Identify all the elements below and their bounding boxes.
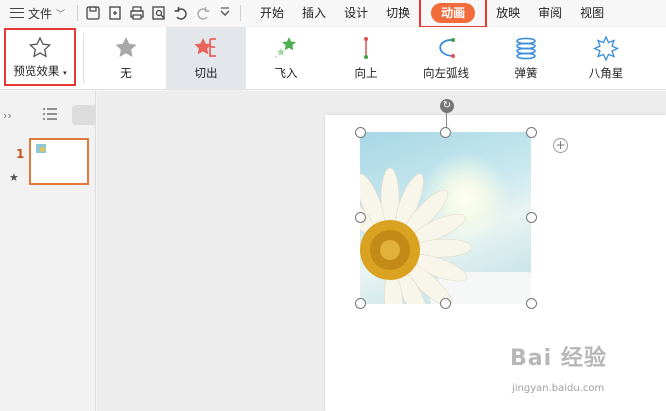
effect-arc-left[interactable]: 向左弧线: [406, 27, 486, 89]
export-pdf-button[interactable]: [104, 2, 126, 24]
tab-slideshow[interactable]: 放映: [487, 0, 529, 26]
divider: [83, 33, 84, 83]
file-menu[interactable]: 文件 ﹀: [0, 0, 73, 26]
preview-effect-label: 预览效果 ▾: [13, 63, 67, 78]
octagram-icon: [593, 35, 619, 61]
watermark-logo: Bai 经验: [510, 346, 607, 371]
hamburger-icon: [10, 8, 24, 18]
selected-picture[interactable]: [360, 132, 531, 304]
tab-view[interactable]: 视图: [571, 0, 613, 26]
star-gray-icon: [115, 37, 137, 57]
tab-review[interactable]: 审阅: [529, 0, 571, 26]
tab-insert[interactable]: 插入: [293, 0, 335, 26]
effect-cut-out[interactable]: 切出: [166, 27, 246, 89]
divider: [240, 5, 242, 21]
rotate-handle-icon[interactable]: ↻: [440, 99, 454, 113]
resize-handle-s[interactable]: [440, 298, 451, 309]
effect-octagram[interactable]: 八角星: [566, 27, 646, 89]
quick-access-more-button[interactable]: [214, 2, 236, 24]
printer-icon: [130, 6, 144, 20]
print-preview-button[interactable]: [148, 2, 170, 24]
tab-animation[interactable]: 动画: [431, 3, 476, 23]
arc-left-icon: [439, 38, 455, 58]
watermark-url: jingyan.baidu.com: [512, 383, 605, 394]
expand-panel-icon[interactable]: ››: [3, 109, 12, 122]
print-preview-icon: [152, 6, 165, 20]
tab-home[interactable]: 开始: [251, 0, 293, 26]
export-icon: [109, 6, 121, 20]
tab-animation-highlight: 动画: [419, 0, 488, 28]
undo-icon: [174, 7, 187, 20]
save-button[interactable]: [82, 2, 104, 24]
slide-thumbnail[interactable]: [29, 138, 89, 185]
resize-handle-sw[interactable]: [355, 298, 366, 309]
resize-handle-w[interactable]: [355, 212, 366, 223]
slides-panel: ›› 1 ★: [0, 91, 96, 411]
effect-upward[interactable]: 向上: [326, 27, 406, 89]
resize-handle-ne[interactable]: [526, 127, 537, 138]
redo-icon: [197, 7, 210, 20]
effect-spring[interactable]: 弹簧: [486, 27, 566, 89]
effect-gallery: 无 切出 飞入 向上 向左弧线 弹簧 八角星: [86, 27, 646, 89]
slides-view-button[interactable]: [72, 105, 96, 125]
fly-in-icon: [274, 37, 296, 59]
file-menu-label: 文件: [28, 6, 53, 21]
save-icon: [86, 6, 100, 20]
chevron-down-icon: [220, 7, 230, 16]
preview-effect-button[interactable]: 预览效果 ▾: [4, 28, 76, 86]
thumbnail-picture: [36, 144, 46, 153]
chevron-down-icon: ﹀: [56, 9, 66, 20]
animation-ribbon: 预览效果 ▾ 无 切出 飞入 向上 向左弧线 弹簧 八角星: [0, 27, 666, 90]
outline-view-button[interactable]: [43, 108, 57, 123]
tab-transitions[interactable]: 切换: [377, 0, 419, 26]
effect-fly-in[interactable]: 飞入: [246, 27, 326, 89]
upward-icon: [364, 37, 368, 59]
resize-handle-nw[interactable]: [355, 127, 366, 138]
spring-icon: [516, 37, 536, 60]
redo-button[interactable]: [192, 2, 214, 24]
resize-handle-e[interactable]: [526, 212, 537, 223]
resize-handle-se[interactable]: [526, 298, 537, 309]
slide-number: 1: [16, 147, 25, 161]
menu-bar: 文件 ﹀ 开始 插入 设计 切换 动画 放映 审阅 视图: [0, 0, 666, 28]
divider: [77, 5, 79, 21]
resize-handle-n[interactable]: [440, 127, 451, 138]
list-icon: [43, 108, 57, 120]
dropdown-arrow-icon: ▾: [63, 68, 67, 77]
undo-button[interactable]: [170, 2, 192, 24]
ribbon-tabs: 开始 插入 设计 切换 动画 放映 审阅 视图: [251, 0, 613, 28]
add-button[interactable]: +: [553, 138, 568, 153]
print-button[interactable]: [126, 2, 148, 24]
star-outline-icon: [28, 35, 52, 58]
tab-design[interactable]: 设计: [335, 0, 377, 26]
animation-star-icon: ★: [9, 171, 19, 184]
effect-none[interactable]: 无: [86, 27, 166, 89]
daisy-flower-image: [360, 167, 473, 304]
cut-out-icon: [194, 38, 216, 57]
